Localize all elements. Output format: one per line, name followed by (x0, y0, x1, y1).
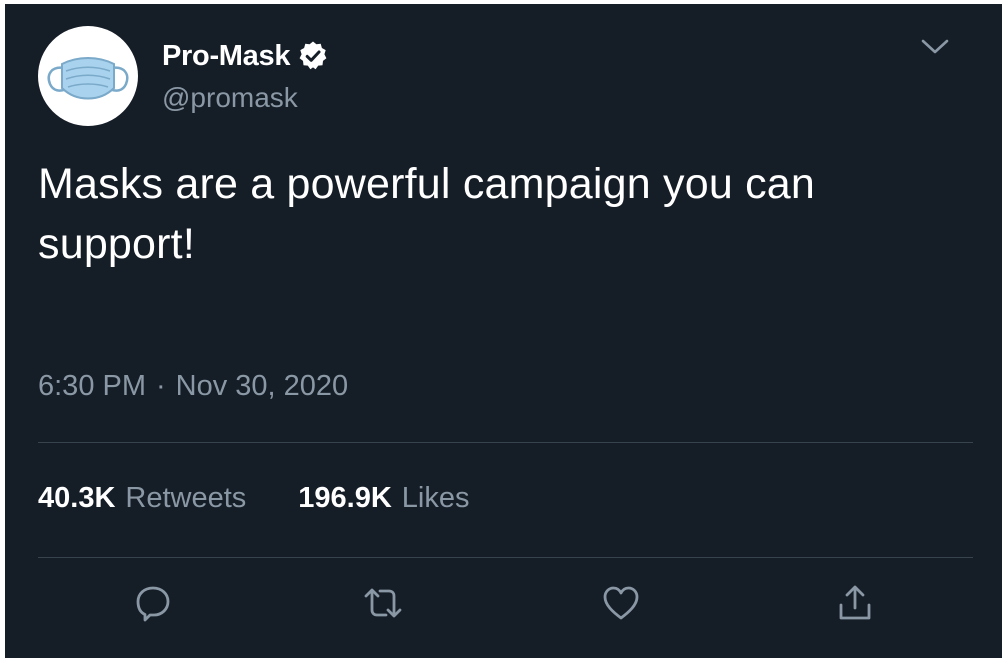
tweet-stats: 40.3K Retweets 196.9K Likes (38, 482, 470, 515)
likes-label: Likes (401, 482, 470, 514)
verified-badge-icon (299, 41, 327, 70)
reply-button[interactable] (131, 581, 175, 625)
retweets-label: Retweets (125, 482, 247, 514)
share-button[interactable] (833, 581, 877, 625)
tweet-timestamp[interactable]: 6:30 PM · Nov 30, 2020 (38, 370, 348, 403)
tweet-time: 6:30 PM (38, 370, 146, 402)
like-button[interactable] (599, 581, 643, 625)
divider (38, 557, 973, 558)
retweet-button[interactable] (361, 581, 405, 625)
author-name-row: Pro-Mask (162, 37, 329, 75)
face-mask-icon (47, 57, 129, 100)
timestamp-separator: · (156, 370, 166, 402)
heart-icon (603, 586, 639, 620)
likes-count: 196.9K (298, 482, 392, 514)
author-handle[interactable]: @promask (162, 82, 298, 114)
retweets-stat[interactable]: 40.3K Retweets (38, 482, 246, 515)
author-display-name[interactable]: Pro-Mask (162, 40, 290, 73)
chevron-down-icon[interactable] (919, 36, 951, 58)
tweet-text: Masks are a powerful campaign you can su… (38, 160, 816, 268)
retweets-count: 40.3K (38, 482, 116, 514)
tweet-date: Nov 30, 2020 (175, 370, 349, 402)
divider (38, 442, 973, 443)
tweet-card: Pro-Mask @promask Masks are a powerful c… (5, 4, 1002, 658)
likes-stat[interactable]: 196.9K Likes (298, 482, 469, 515)
avatar[interactable] (38, 26, 138, 126)
retweet-icon (364, 588, 402, 618)
share-icon (839, 585, 871, 620)
reply-icon (136, 586, 170, 622)
